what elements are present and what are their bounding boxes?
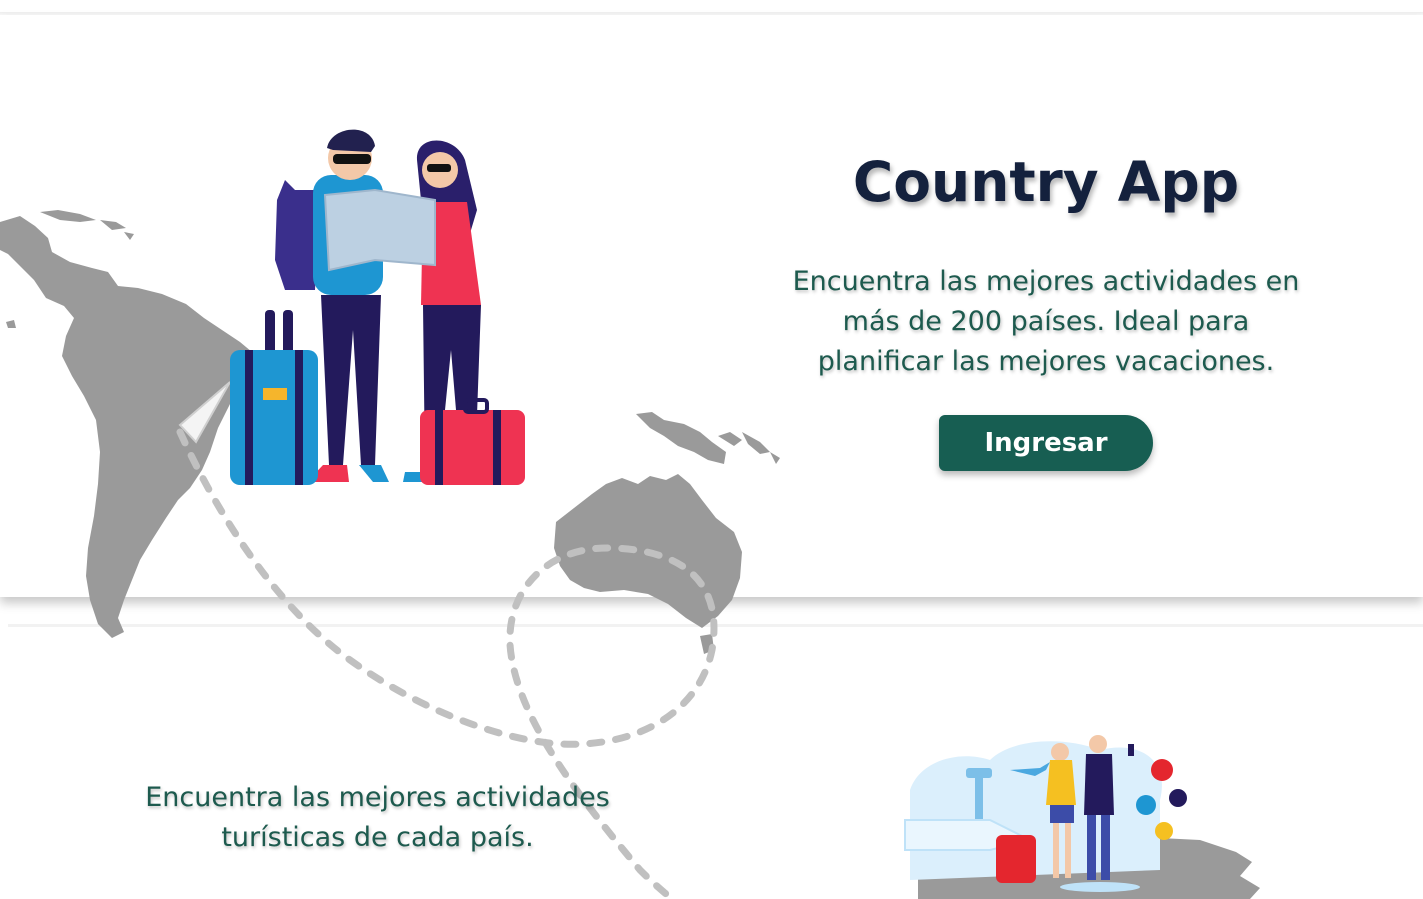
paper-map-icon (323, 188, 436, 272)
food-icon (1155, 822, 1173, 840)
blue-suitcase-icon (230, 310, 318, 485)
landing-page: Country App Encuentra las mejores activi… (0, 0, 1423, 899)
login-button[interactable]: Ingresar (939, 415, 1153, 471)
travelers-illustration (230, 129, 525, 485)
section-divider (8, 624, 1423, 627)
tasmania-shape (700, 634, 714, 654)
hero-description: Encuentra las mejores actividades en más… (792, 266, 1300, 377)
red-suitcase-icon (420, 398, 525, 485)
shopping-icon (1169, 789, 1187, 807)
transport-icon (1136, 795, 1156, 815)
page-title: Country App (852, 150, 1240, 214)
airport-travelers-illustration (904, 735, 1187, 892)
feature-description: Encuentra las mejores actividades turíst… (145, 782, 610, 853)
attraction-icon (1151, 759, 1173, 781)
